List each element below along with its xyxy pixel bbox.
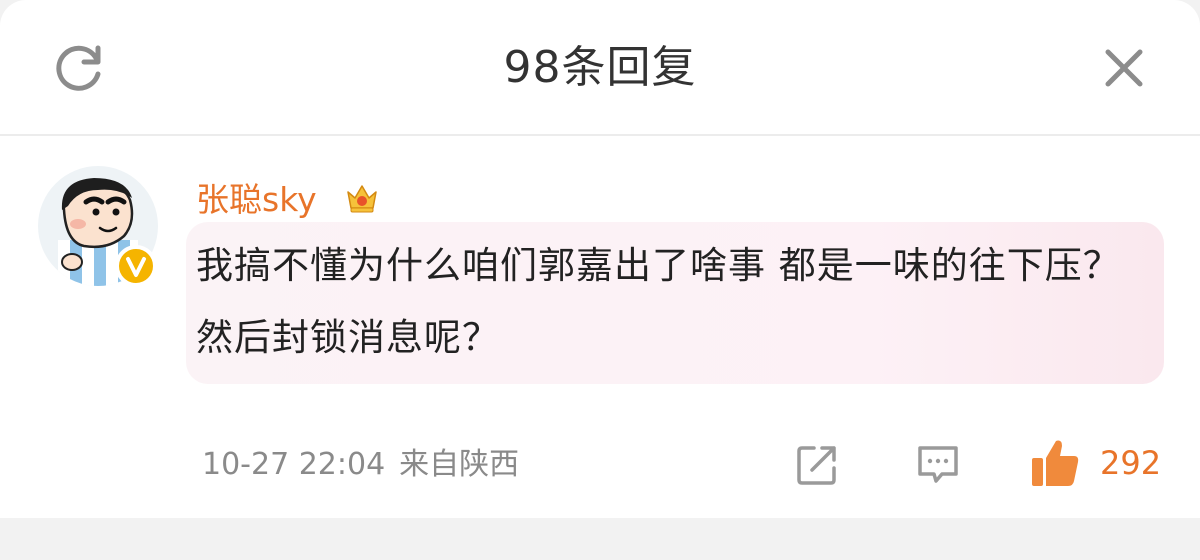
- sheet-header: 98条回复: [0, 0, 1200, 136]
- verified-badge-icon: [115, 245, 157, 287]
- comment-bubble: 我搞不懂为什么咱们郭嘉出了啥事 都是一味的往下压？然后封锁消息呢？: [186, 222, 1164, 384]
- comment-icon: [918, 446, 958, 483]
- close-icon: [1105, 49, 1143, 87]
- comment-location: 来自陕西: [399, 447, 520, 482]
- reply-button[interactable]: [914, 440, 962, 488]
- share-button[interactable]: [794, 442, 840, 488]
- username[interactable]: 张聪sky: [196, 176, 317, 224]
- like-count: 292: [1100, 444, 1162, 482]
- member-crown-badge: [342, 178, 382, 218]
- crown-icon: [347, 185, 377, 213]
- share-icon: [797, 446, 836, 485]
- comment-time: 10-27 22:04: [202, 447, 386, 482]
- comment-meta: 10-27 22:04 来自陕西: [202, 442, 519, 488]
- page-title: 98条回复: [503, 42, 697, 93]
- like-button[interactable]: 292: [1028, 436, 1168, 490]
- close-button[interactable]: [1100, 44, 1148, 92]
- reply-sheet: 98条回复 张聪sky 我搞不懂为什么咱们郭嘉出了啥事 都是一味的往下压？然后封…: [0, 0, 1200, 518]
- comment-text: 我搞不懂为什么咱们郭嘉出了啥事 都是一味的往下压？然后封锁消息呢？: [196, 244, 1121, 359]
- thumbs-up-icon: [1032, 440, 1079, 486]
- verified-badge: [114, 244, 158, 288]
